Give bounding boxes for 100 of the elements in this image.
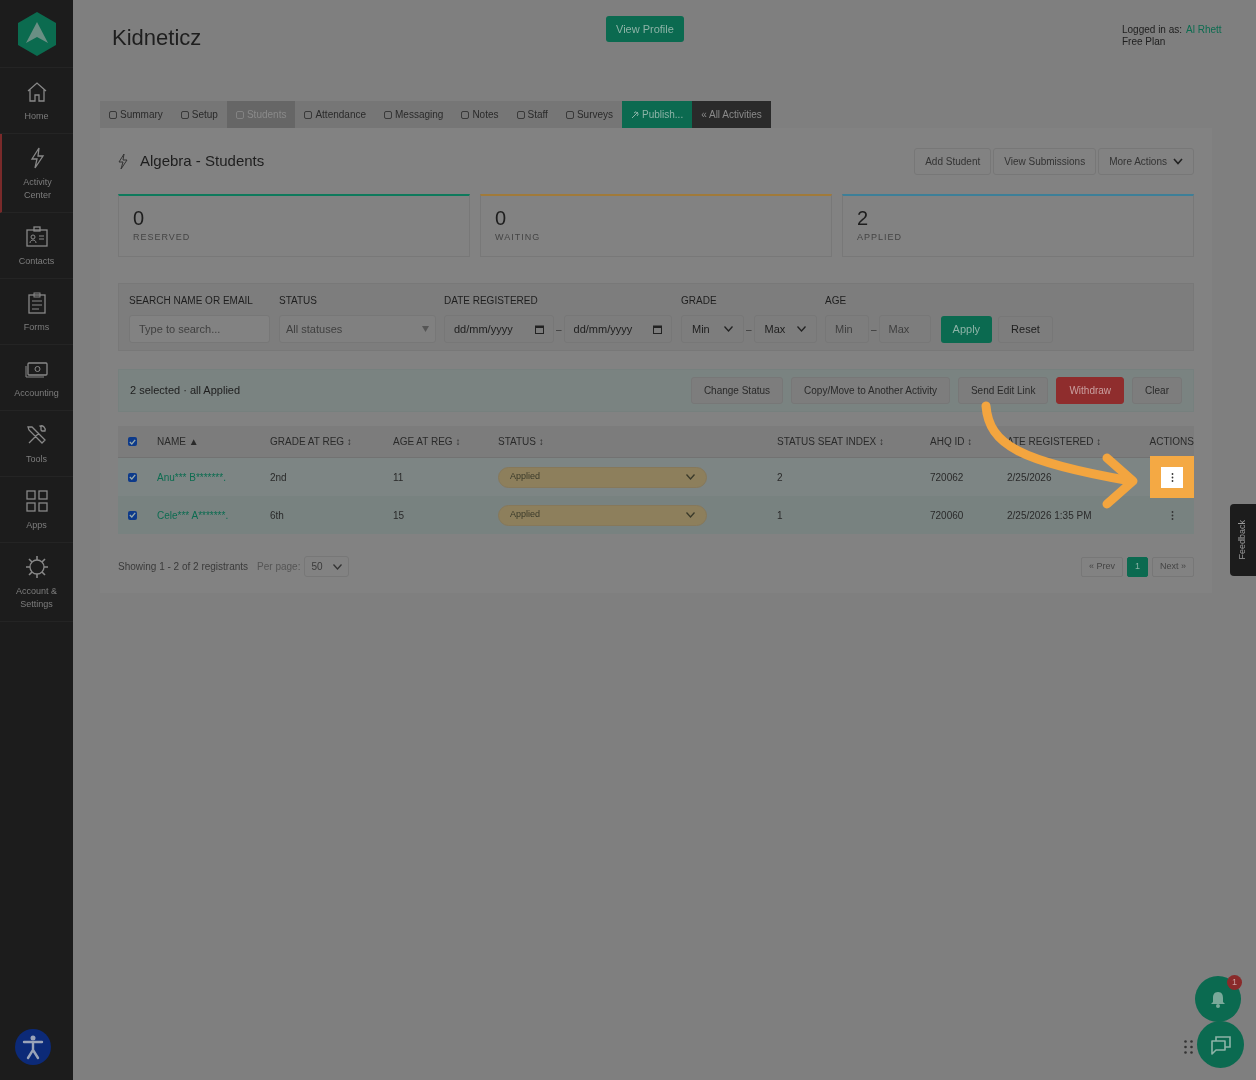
chat-icon [1209, 1034, 1232, 1055]
sidebar-item[interactable]: Account & Settings [0, 543, 73, 622]
chevron-icon [724, 326, 733, 332]
tab[interactable]: Staff [507, 101, 557, 128]
accessibility-icon[interactable] [15, 1029, 51, 1065]
tab[interactable]: Setup [171, 101, 227, 128]
date-field[interactable]: dd/mm/yyyy [444, 315, 554, 343]
logo-icon[interactable] [16, 10, 57, 57]
tab-icon [384, 110, 393, 119]
tab-icon [304, 110, 313, 119]
chevron-icon [333, 563, 343, 570]
column-header[interactable]: NAME ▲ [157, 434, 270, 449]
calendar-icon [535, 324, 544, 334]
column-header[interactable]: GRADE AT REG ↕ [270, 434, 393, 449]
column-header[interactable]: AGE AT REG ↕ [393, 434, 498, 449]
lightning-icon [118, 153, 128, 169]
action-button[interactable]: Clear [1132, 377, 1182, 404]
column-header[interactable]: ACTIONS [1142, 434, 1194, 449]
date-field[interactable]: dd/mm/yyyy [563, 315, 672, 343]
status-dropdown[interactable]: All statuses [279, 315, 436, 343]
tab[interactable]: Notes [452, 101, 508, 128]
search-label: SEARCH NAME OR EMAIL [129, 294, 254, 308]
stat-label: RESERVED [133, 231, 192, 244]
tab[interactable]: Summary [100, 101, 172, 128]
search-field[interactable]: Type to search... [129, 315, 270, 343]
stat-value: 0 [495, 206, 508, 231]
tab[interactable]: Publish... [622, 101, 693, 128]
pagination-button[interactable]: Next » [1152, 556, 1194, 577]
sidebar-item[interactable]: Accounting [0, 345, 73, 411]
reset-button[interactable]: Reset [998, 315, 1053, 343]
page-title: Kidneticz [112, 24, 203, 52]
action-button[interactable]: More Actions [1098, 147, 1194, 175]
column-header[interactable]: STATUS SEAT INDEX ↕ [777, 434, 930, 449]
results-count: Showing 1 - 2 of 2 registrants [118, 560, 249, 574]
sidebar-item[interactable]: Tools [0, 411, 73, 477]
action-button[interactable]: Copy/Move to Another Activity [791, 377, 950, 404]
table-cell-text: 2 [777, 470, 783, 485]
notification-button[interactable] [1195, 976, 1241, 1022]
plan-label: Free Plan [1122, 36, 1167, 48]
grade-max-dropdown[interactable]: Max [753, 315, 817, 343]
checkbox[interactable] [128, 472, 137, 482]
tab[interactable]: Messaging [375, 101, 453, 128]
stat-value: 0 [133, 206, 146, 231]
drag-handle-icon[interactable] [1184, 1040, 1193, 1054]
tab[interactable]: « All Activities [692, 101, 771, 128]
tab-icon [565, 110, 574, 119]
withdraw-button[interactable]: Withdraw [1056, 377, 1125, 404]
tab-icon [461, 110, 470, 119]
link-icon [631, 110, 640, 119]
table-cell-text: 720062 [930, 470, 964, 485]
chat-button[interactable] [1197, 1021, 1244, 1068]
grade-min-dropdown[interactable]: Min [681, 315, 744, 343]
apply-button[interactable]: Apply [940, 315, 993, 343]
age-max-field[interactable]: Max [878, 315, 931, 343]
status-label: STATUS [279, 294, 318, 308]
status-dropdown[interactable]: Applied [498, 466, 707, 488]
action-button[interactable]: Send Edit Link [957, 377, 1049, 404]
checkbox[interactable] [128, 437, 137, 446]
sidebar-item[interactable]: Apps [0, 477, 73, 543]
action-button[interactable]: Add Student [914, 147, 992, 175]
contact-card-icon [24, 225, 49, 249]
column-header[interactable]: AHQ ID ↕ [930, 434, 1007, 449]
age-label: AGE [825, 294, 848, 308]
tab[interactable]: Attendance [295, 101, 376, 128]
grid-icon [24, 489, 49, 513]
table-cell-text: 6th [270, 508, 284, 523]
calendar-icon [652, 324, 662, 334]
table-cell-text: 11 [393, 470, 404, 485]
age-min-field[interactable]: Min [825, 315, 869, 343]
bell-icon [1210, 990, 1226, 1008]
sidebar-item[interactable]: Activity Center [0, 134, 73, 213]
range-dash: – [746, 322, 752, 337]
notification-badge: 1 [1227, 975, 1242, 990]
selection-summary: 2 selected · all Applied [130, 383, 241, 399]
logged-in-label: Logged in as: [1122, 24, 1183, 36]
pagination-button[interactable]: « Prev [1080, 556, 1123, 577]
tab[interactable]: Surveys [556, 101, 623, 128]
chevron-icon [686, 512, 695, 518]
chevron-icon [686, 474, 695, 480]
table-cell-text: 2/25/2026 [1007, 470, 1052, 485]
pagination-button[interactable]: 1 [1126, 556, 1148, 577]
per-page-dropdown[interactable]: 50 [304, 556, 350, 577]
sidebar-item[interactable]: Forms [0, 279, 73, 345]
date-label: DATE REGISTERED [444, 294, 539, 308]
sidebar-item[interactable]: Home [0, 68, 73, 134]
column-header[interactable]: STATUS ↕ [498, 434, 777, 449]
table-cell-text: 1 [777, 508, 783, 523]
stat-label: APPLIED [857, 231, 904, 244]
tab-icon [235, 110, 244, 119]
table-cell-text: 15 [393, 508, 405, 523]
view-profile-button[interactable]: View Profile [606, 16, 684, 42]
range-dash: – [871, 322, 877, 337]
gear-icon [24, 555, 49, 579]
status-dropdown[interactable]: Applied [498, 504, 707, 526]
sidebar-item[interactable]: Contacts [0, 213, 73, 279]
action-button[interactable]: Change Status [690, 377, 784, 404]
tab-icon [516, 110, 525, 119]
action-button[interactable]: View Submissions [993, 147, 1097, 175]
checkbox[interactable] [128, 510, 137, 520]
stat-value: 2 [857, 206, 870, 231]
